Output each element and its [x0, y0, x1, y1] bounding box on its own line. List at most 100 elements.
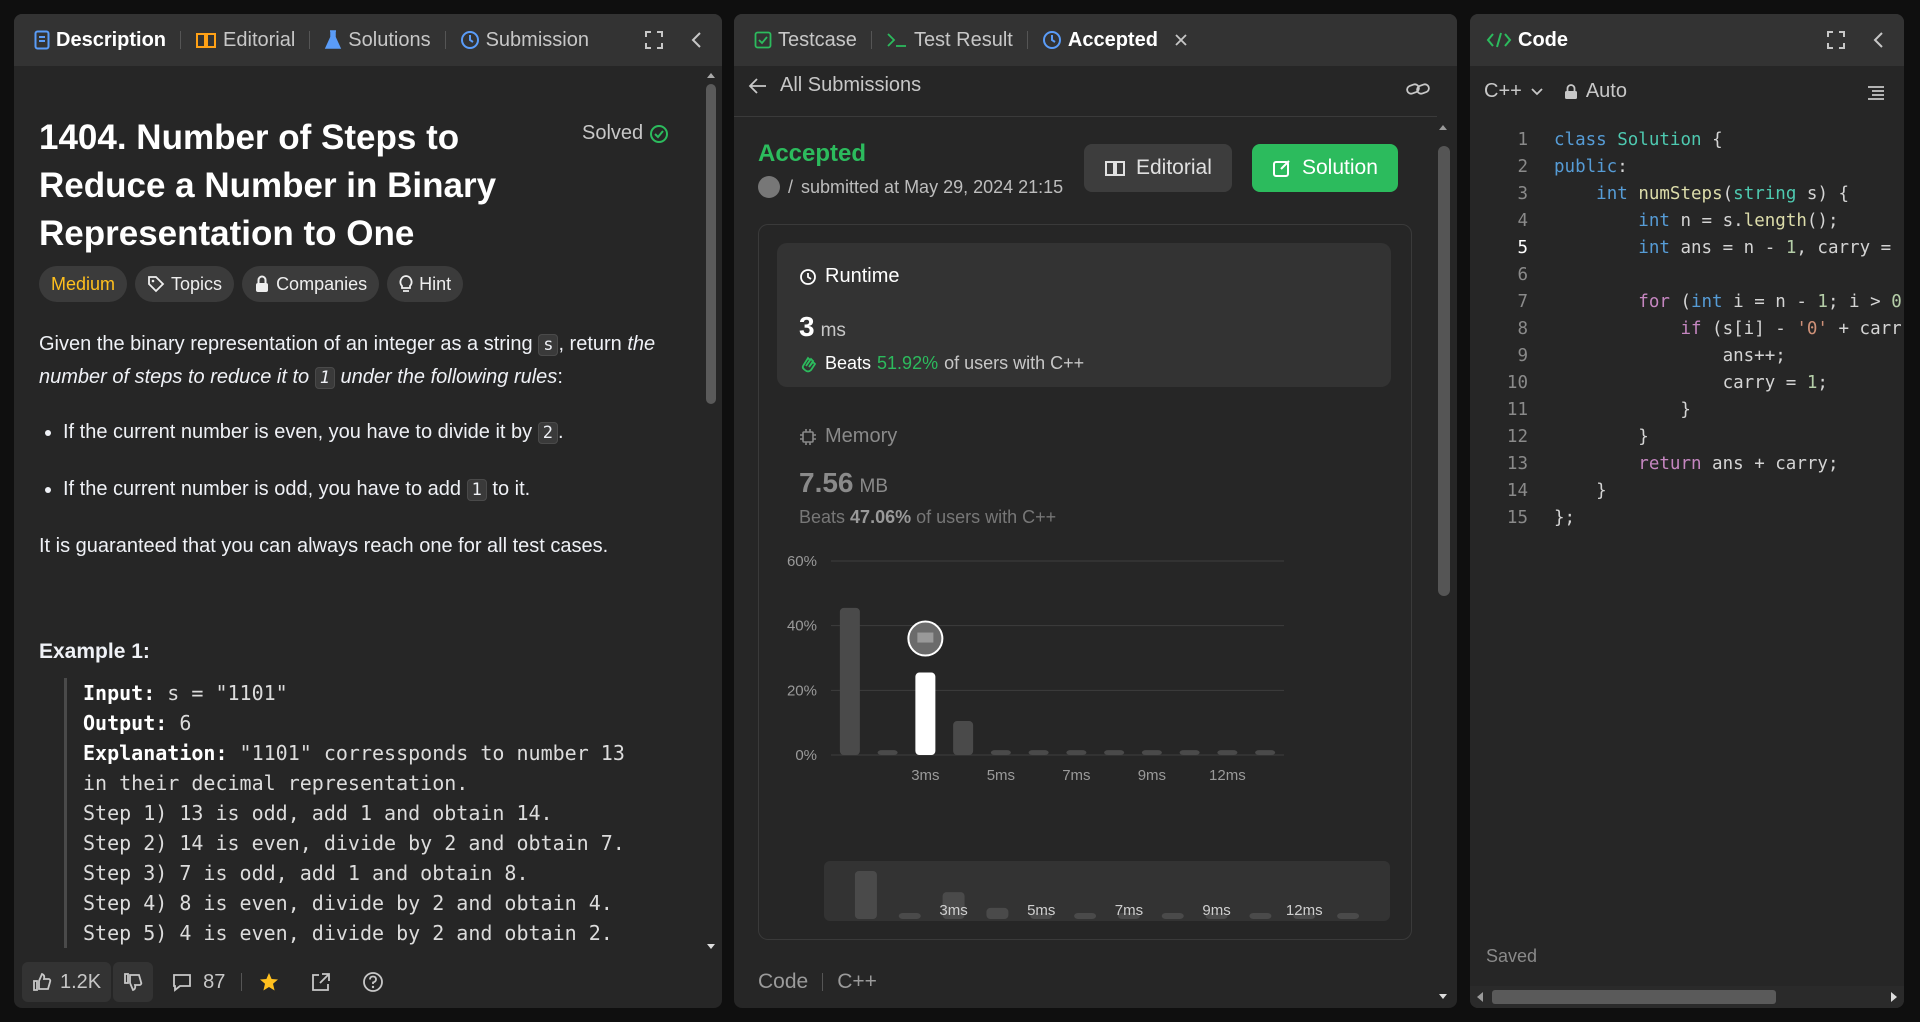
chart-minimap[interactable]: 3ms 5ms 7ms 9ms 12ms	[824, 861, 1390, 921]
solution-label: Solution	[1302, 156, 1378, 179]
tab-code[interactable]: Code	[1486, 29, 1568, 52]
code-line[interactable]: return ans + carry;	[1554, 451, 1838, 478]
document-icon	[34, 30, 50, 50]
clap-icon	[799, 354, 819, 374]
code-editor[interactable]: 1 class Solution {2 public: 3 int numSteps(…	[1470, 124, 1904, 544]
help-icon[interactable]	[362, 971, 384, 993]
line-number: 1	[1517, 130, 1528, 150]
runtime-label: Runtime	[825, 265, 900, 287]
runtime-distribution-chart[interactable]: 60% 40% 20% 0% 3ms 5ms 7ms 9ms 12ms	[779, 545, 1399, 835]
dislike-button[interactable]	[113, 962, 154, 1002]
code-line[interactable]: ans++;	[1554, 343, 1786, 370]
result-scrollbar[interactable]	[1435, 122, 1451, 1002]
code-line[interactable]: };	[1554, 505, 1575, 532]
tab-testcase[interactable]: Testcase	[754, 29, 857, 52]
tab-separator	[309, 31, 311, 49]
code-line[interactable]: carry = 1;	[1554, 370, 1828, 397]
memory-header[interactable]: Memory	[799, 425, 897, 448]
like-button[interactable]: 1.2K	[22, 962, 112, 1002]
line-number: 2	[1517, 157, 1528, 177]
tab-solutions[interactable]: Solutions	[324, 29, 431, 52]
comment-icon[interactable]	[171, 972, 193, 992]
code-line[interactable]: }	[1554, 424, 1649, 451]
line-number: 6	[1517, 265, 1528, 285]
share-icon[interactable]	[310, 971, 332, 993]
y-tick-label: 0%	[795, 747, 817, 764]
companies-button[interactable]: Companies	[242, 266, 380, 302]
hint-button[interactable]: Hint	[387, 266, 464, 302]
bar	[1179, 750, 1200, 755]
solution-button[interactable]: Solution	[1252, 144, 1398, 192]
collapse-icon[interactable]	[1872, 30, 1886, 50]
tab-accepted[interactable]: Accepted	[1042, 29, 1188, 52]
description-scrollbar[interactable]	[704, 73, 718, 949]
code-line[interactable]: for (int i = n - 1; i > 0	[1554, 289, 1901, 316]
book-icon	[195, 31, 217, 49]
unit: MB	[859, 476, 889, 497]
difficulty-label: Medium	[51, 273, 116, 294]
scrollbar-thumb[interactable]	[706, 84, 716, 404]
history-icon	[460, 30, 480, 50]
inline-code: 1	[466, 479, 487, 501]
tab-separator	[180, 31, 182, 49]
auto-mode[interactable]: Auto	[1564, 80, 1627, 103]
language-value: C++	[1484, 80, 1522, 102]
result-tabbar: Testcase Test Result Accepted	[734, 14, 1457, 66]
minimap-svg: 3ms 5ms 7ms 9ms 12ms	[854, 871, 1360, 919]
description-content: 1404. Number of Steps to Reduce a Number…	[14, 66, 700, 956]
code-line[interactable]: }	[1554, 478, 1607, 505]
code-line[interactable]: class Solution {	[1554, 127, 1723, 154]
result-panel: Testcase Test Result Accepted All Submis…	[734, 14, 1457, 1008]
tab-description[interactable]: Description	[34, 29, 166, 52]
chevron-down-icon	[1530, 87, 1544, 97]
code-line[interactable]: if (s[i] - '0' + carr	[1554, 316, 1901, 343]
code-line[interactable]: public:	[1554, 154, 1628, 181]
arrow-left-icon	[748, 77, 768, 95]
collapse-icon[interactable]	[690, 30, 704, 50]
editorial-label: Editorial	[1136, 156, 1212, 179]
submission-info: / submitted at May 29, 2024 21:15	[758, 176, 1063, 198]
editor-hscrollbar[interactable]	[1470, 986, 1904, 1008]
companies-label: Companies	[276, 273, 368, 294]
tab-editorial[interactable]: Editorial	[195, 29, 295, 52]
line-number: 10	[1506, 373, 1528, 393]
divider	[734, 116, 1437, 117]
bar	[1255, 750, 1276, 755]
fullscreen-icon[interactable]	[1826, 30, 1846, 50]
runtime-card[interactable]: Runtime 3 ms Beats 51.92% of users with C…	[777, 243, 1391, 387]
check-circle-icon	[649, 124, 669, 144]
terminal-icon	[886, 31, 908, 49]
fullscreen-icon[interactable]	[644, 30, 664, 50]
tab-label: Test Result	[913, 28, 1013, 51]
submitted-user[interactable]: /	[788, 177, 793, 198]
star-icon[interactable]	[258, 971, 280, 993]
editor-toolbar: C++ Auto	[1484, 80, 1627, 103]
avatar[interactable]	[758, 176, 780, 198]
description-footer: 1.2K 87	[14, 956, 722, 1008]
editorial-button[interactable]: Editorial	[1084, 144, 1232, 192]
text: Beats	[799, 507, 846, 527]
all-submissions-link[interactable]: All Submissions	[748, 74, 921, 97]
code-panel: Code C++ Auto 1 class Solution {2 public: 3…	[1470, 14, 1904, 1008]
code-line[interactable]: }	[1554, 397, 1691, 424]
runtime-header: Runtime	[799, 265, 899, 288]
text: :	[557, 366, 563, 388]
close-icon[interactable]	[1174, 33, 1188, 47]
line-number: 5	[1517, 238, 1528, 258]
code-line[interactable]: int ans = n - 1, carry =	[1554, 235, 1902, 262]
code-line[interactable]: int n = s.length();	[1554, 208, 1838, 235]
format-icon[interactable]	[1866, 84, 1886, 102]
code-line[interactable]: int numSteps(string s) {	[1554, 181, 1849, 208]
scrollbar-thumb[interactable]	[1492, 990, 1776, 1004]
minimap-bar	[854, 871, 877, 919]
lock-icon	[254, 275, 270, 293]
scrollbar-thumb[interactable]	[1438, 146, 1450, 596]
language-select[interactable]: C++	[1484, 80, 1544, 103]
topics-button[interactable]: Topics	[135, 266, 235, 302]
tab-test-result[interactable]: Test Result	[886, 29, 1013, 52]
link-icon[interactable]	[1405, 80, 1431, 98]
x-tick-label: 9ms	[1138, 767, 1166, 784]
tab-submissions[interactable]: Submission	[460, 29, 589, 52]
tag-pills: Medium Topics Companies Hint	[39, 266, 464, 302]
output-label: Output:	[83, 711, 168, 735]
